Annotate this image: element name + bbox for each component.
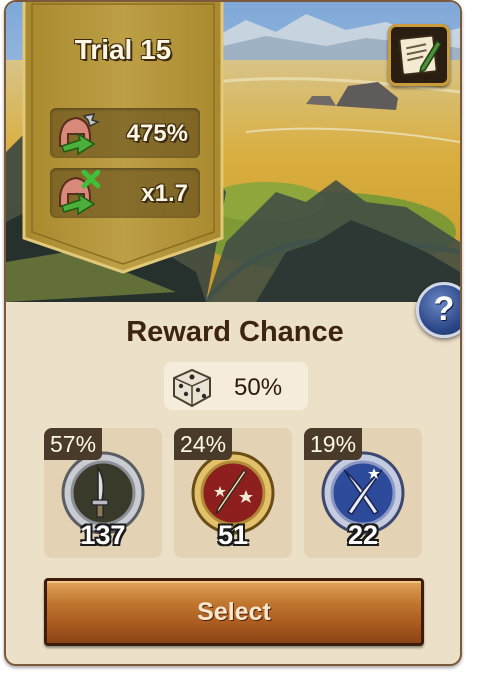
reward-item-2[interactable]: 24% 51 [174, 428, 292, 558]
reward-title: Reward Chance [126, 316, 344, 348]
trial-card: Trial 15 475% x1.7 ? Reward Chance 50% 5… [4, 0, 462, 666]
stat-value-attack: 475% [126, 120, 188, 147]
reward-item-3[interactable]: 19% 22 [304, 428, 422, 558]
reward-chance-value: 50% [234, 374, 283, 401]
stat-value-multiplier: x1.7 [141, 180, 188, 207]
stat-row-multiplier: x1.7 [50, 168, 200, 218]
trial-title: Trial 15 [74, 34, 172, 65]
trial-banner: Trial 15 475% x1.7 [20, 2, 226, 276]
reward-chance: 50% [164, 362, 308, 410]
reward-item-2-count: 51 [217, 520, 249, 550]
reward-item-3-percent: 19% [304, 428, 363, 460]
notes-icon [398, 34, 441, 76]
dice-icon [173, 368, 211, 408]
reward-item-1-percent: 57% [44, 428, 103, 460]
notes-button[interactable] [388, 24, 450, 86]
reward-item-2-percent: 24% [174, 428, 233, 460]
stat-row-attack: 475% [50, 108, 200, 158]
reward-item-1[interactable]: 57% 137 [44, 428, 162, 558]
helmet-cross-icon [59, 170, 100, 216]
reward-item-1-count: 137 [80, 520, 126, 550]
reward-item-3-count: 22 [347, 520, 379, 550]
select-button[interactable]: Select [44, 578, 424, 646]
helmet-wrench-icon [59, 113, 100, 156]
